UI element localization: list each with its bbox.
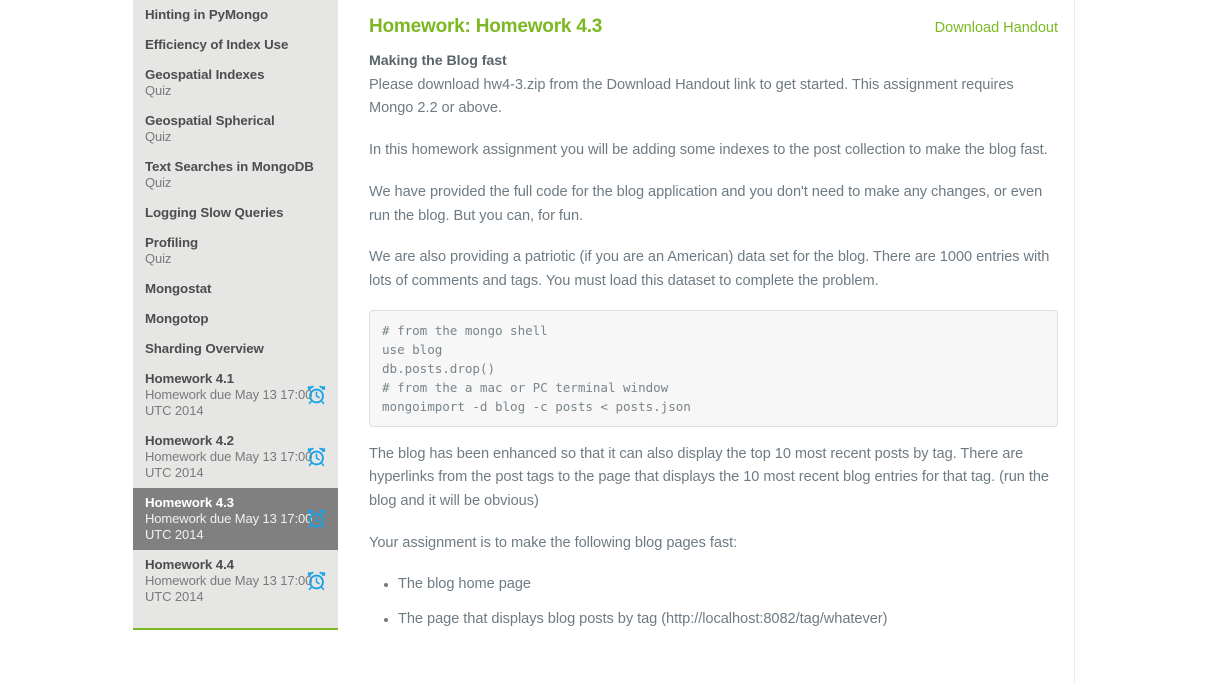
sidebar-item-subtitle: Quiz [145,129,172,144]
sidebar-item-title: Mongostat [145,281,212,296]
sidebar-item-sharding-overview[interactable]: Sharding Overview [133,334,338,364]
sidebar-item-geospatial-indexes[interactable]: Geospatial Indexes Quiz [133,60,338,106]
sidebar-item-homework-4-1[interactable]: Homework 4.1 Homework due May 13 17:00 UT… [133,364,338,426]
left-gutter [0,0,133,683]
sidebar-item-title: Profiling [145,235,199,250]
paragraph-3: We have provided the full code for the b… [369,183,1043,224]
subhead: Making the Blog fast [369,53,507,69]
sidebar-item-title: Geospatial Spherical [145,113,275,128]
sidebar-item-title: Efficiency of Index Use [145,37,289,52]
sidebar-item-title: Hinting in PyMongo [145,7,269,22]
sidebar-item-title: Homework 4.1 [145,371,234,386]
sidebar-nav-list[interactable]: Hinting in PyMongo Efficiency of Index Us… [133,0,338,630]
sidebar-item-profiling[interactable]: Profiling Quiz [133,228,338,274]
page-root: Hinting in PyMongo Efficiency of Index Us… [0,0,1208,683]
sidebar-item-subtitle: Homework due May 13 17:00 UTC 2014 [145,511,313,542]
homework-body: Making the Blog fast Please download hw4… [369,50,1058,632]
content-header: Homework: Homework 4.3 Download Handout [369,16,1058,50]
sidebar-item-title: Homework 4.4 [145,557,234,572]
paragraph-4: We are also providing a patriotic (if yo… [369,249,1050,289]
right-gutter [1076,0,1208,683]
sidebar-item-homework-4-2[interactable]: Homework 4.2 Homework due May 13 17:00 UT… [133,426,338,488]
list-item: The blog home page [384,573,1058,597]
sidebar-item-title: Geospatial Indexes [145,67,265,82]
sidebar-item-title: Logging Slow Queries [145,205,284,220]
sidebar-item-text-searches-in-mongodb[interactable]: Text Searches in MongoDB Quiz [133,152,338,198]
alarm-clock-icon [307,509,326,529]
alarm-clock-icon [307,571,326,591]
download-handout-link[interactable]: Download Handout [935,20,1058,36]
sidebar-item-title: Homework 4.3 [145,495,234,510]
sidebar-item-logging-slow-queries[interactable]: Logging Slow Queries [133,198,338,228]
paragraph-2: In this homework assignment you will be … [369,142,1048,159]
course-sidebar: Hinting in PyMongo Efficiency of Index Us… [133,0,486,683]
sidebar-item-subtitle: Homework due May 13 17:00 UTC 2014 [145,449,313,480]
sidebar-item-subtitle: Quiz [145,251,172,266]
sidebar-item-subtitle: Quiz [145,83,172,98]
sidebar-item-title: Text Searches in MongoDB [145,159,314,174]
assignment-bullet-list: The blog home page The page that displays… [369,573,1058,631]
sidebar-item-title: Sharding Overview [145,341,264,356]
alarm-clock-icon [307,447,326,467]
sidebar-item-mongostat[interactable]: Mongostat [133,274,338,304]
sidebar-item-title: Mongotop [145,311,209,326]
sidebar-item-subtitle: Homework due May 13 17:00 UTC 2014 [145,573,313,604]
intro-paragraph: Making the Blog fast Please download hw4… [369,50,1058,121]
main-content: Homework: Homework 4.3 Download Handout … [353,0,1075,683]
sidebar-item-subtitle: Homework due May 13 17:00 UTC 2014 [145,387,313,418]
paragraph-5: The blog has been enhanced so that it ca… [369,445,1049,510]
sidebar-item-mongotop[interactable]: Mongotop [133,304,338,334]
sidebar-item-homework-4-4[interactable]: Homework 4.4 Homework due May 13 17:00 UT… [133,550,338,612]
alarm-clock-icon [307,385,326,405]
sidebar-item-title: Homework 4.2 [145,433,234,448]
sidebar-item-subtitle: Quiz [145,175,172,190]
sidebar-item-geospatial-spherical[interactable]: Geospatial Spherical Quiz [133,106,338,152]
sidebar-item-efficiency-of-index-use[interactable]: Efficiency of Index Use [133,30,338,60]
list-item: The page that displays blog posts by tag… [384,608,1058,632]
page-title: Homework: Homework 4.3 [369,16,603,37]
mongo-shell-code-block: # from the mongo shell use blog db.posts… [369,309,1058,427]
sidebar-item-homework-4-3[interactable]: Homework 4.3 Homework due May 13 17:00 UT… [133,488,338,550]
sidebar-item-hinting-in-pymongo[interactable]: Hinting in PyMongo [133,0,338,30]
intro-text: Please download hw4-3.zip from the Downl… [369,76,1014,117]
paragraph-6: Your assignment is to make the following… [369,534,738,551]
